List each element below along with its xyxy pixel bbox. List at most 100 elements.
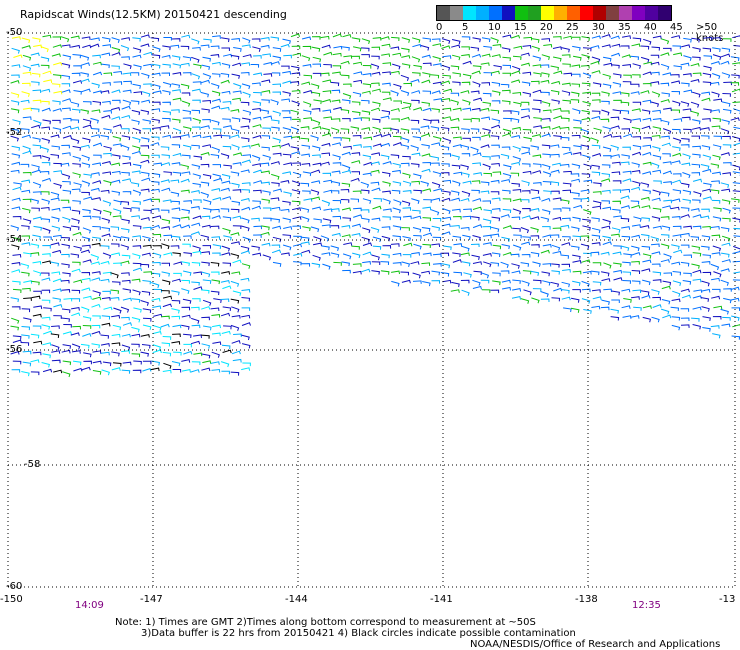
wind-barb [83, 196, 93, 201]
wind-barb [241, 322, 251, 326]
wind-barb [293, 261, 302, 266]
wind-barb [662, 205, 672, 209]
wind-barb [301, 81, 311, 86]
wind-barb [651, 91, 661, 98]
wind-barb [392, 181, 402, 187]
wind-barb [111, 367, 121, 371]
wind-barb [71, 307, 80, 311]
wind-barb [472, 65, 482, 70]
wind-barb [311, 180, 321, 184]
wind-barb [12, 119, 21, 125]
wind-barb [322, 109, 332, 114]
wind-barb [712, 245, 722, 252]
wind-barb [573, 204, 583, 209]
wind-barb [21, 45, 31, 49]
wind-barb [263, 61, 273, 66]
wind-barb [460, 144, 470, 151]
wind-barb [191, 324, 201, 329]
wind-barb [172, 118, 181, 124]
wind-barb [372, 118, 381, 123]
wind-barb [521, 151, 531, 156]
wind-barb [393, 100, 402, 104]
wind-barb [221, 344, 231, 350]
wind-barb [131, 109, 141, 116]
wind-barb [113, 70, 123, 75]
wind-barb [513, 101, 522, 107]
wind-barb [372, 126, 381, 133]
wind-barb [533, 72, 542, 77]
wind-barb [90, 172, 100, 176]
wind-barb [150, 37, 160, 42]
wind-barb [481, 289, 491, 293]
wind-barb [213, 177, 223, 182]
wind-barb [732, 136, 740, 142]
wind-barb [111, 342, 121, 346]
wind-barb [712, 171, 721, 176]
wind-barb [651, 251, 661, 255]
wind-barb [721, 199, 731, 205]
wind-barb [552, 46, 562, 50]
wind-barb [610, 308, 619, 314]
wind-barb [82, 227, 92, 234]
wind-barb [40, 272, 50, 277]
wind-barb [153, 288, 163, 293]
wind-barb [180, 62, 190, 67]
wind-barb [221, 252, 231, 256]
wind-barb [10, 108, 20, 114]
wind-barb [642, 161, 652, 166]
wind-barb [690, 78, 700, 83]
wind-barb [52, 278, 62, 283]
wind-barb [432, 136, 442, 142]
wind-barb [521, 280, 530, 287]
wind-barb [73, 367, 83, 372]
wind-barb [590, 251, 600, 256]
wind-barb [191, 361, 201, 365]
wind-barb [510, 34, 521, 39]
wind-barb [111, 252, 121, 257]
wind-barb [530, 235, 540, 239]
wind-barb [510, 172, 520, 177]
wind-barb [451, 54, 461, 61]
wind-barb [211, 332, 221, 337]
lon-label: -138 [575, 594, 598, 605]
wind-barb [610, 116, 620, 121]
wind-barb [642, 99, 652, 104]
wind-barb [672, 152, 682, 157]
wind-barb [53, 303, 63, 308]
wind-barb [303, 101, 312, 108]
wind-barb [311, 119, 321, 126]
wind-barb [121, 171, 130, 176]
wind-barb [353, 79, 363, 84]
wind-barb [460, 279, 470, 284]
wind-barb [71, 218, 80, 224]
wind-barb [232, 259, 242, 264]
wind-barb [33, 44, 43, 49]
wind-barb [513, 45, 523, 50]
wind-barb [111, 37, 120, 43]
wind-barb [402, 236, 411, 242]
wind-barb [283, 226, 293, 230]
wind-barb [202, 99, 211, 104]
wind-barb [412, 72, 421, 77]
wind-barb [351, 171, 360, 175]
wind-barb [532, 89, 542, 94]
wind-barb [341, 137, 351, 142]
wind-barb [720, 308, 729, 315]
wind-barb [452, 81, 461, 86]
wind-barb [152, 215, 162, 219]
wind-barb [682, 172, 691, 179]
wind-barb [310, 196, 321, 201]
wind-barb [551, 244, 561, 251]
wind-barb [220, 280, 230, 284]
wind-barb [352, 270, 362, 275]
wind-barb [120, 45, 130, 52]
wind-barb [263, 115, 273, 120]
wind-barb [133, 64, 142, 70]
wind-barb [222, 53, 233, 58]
wind-barb [701, 245, 710, 251]
wind-barb [671, 198, 681, 203]
wind-barb [313, 99, 322, 105]
wind-barb [141, 344, 151, 349]
wind-barb [22, 54, 32, 61]
wind-barb [32, 99, 42, 104]
